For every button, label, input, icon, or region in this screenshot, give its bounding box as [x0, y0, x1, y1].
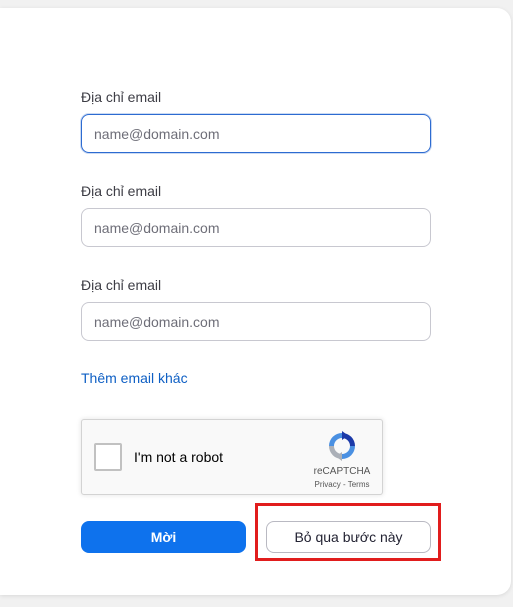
add-email-link[interactable]: Thêm email khác: [81, 370, 188, 386]
email-label-3: Địa chỉ email: [81, 277, 162, 293]
skip-step-button[interactable]: Bỏ qua bước này: [266, 521, 431, 553]
recaptcha-checkbox[interactable]: [94, 443, 122, 471]
email-label-2: Địa chỉ email: [81, 183, 162, 199]
recaptcha-brand: reCAPTCHA: [313, 466, 371, 477]
email-field-1[interactable]: [81, 114, 431, 153]
recaptcha-widget: I'm not a robot reCAPTCHA Privacy - Term…: [81, 419, 383, 495]
email-field-3[interactable]: [81, 302, 431, 341]
recaptcha-logo-icon: [329, 431, 355, 461]
invite-button[interactable]: Mời: [81, 521, 246, 553]
recaptcha-links[interactable]: Privacy - Terms: [302, 480, 382, 489]
recaptcha-label: I'm not a robot: [134, 449, 224, 465]
email-label-1: Địa chỉ email: [81, 89, 162, 105]
email-field-2[interactable]: [81, 208, 431, 247]
